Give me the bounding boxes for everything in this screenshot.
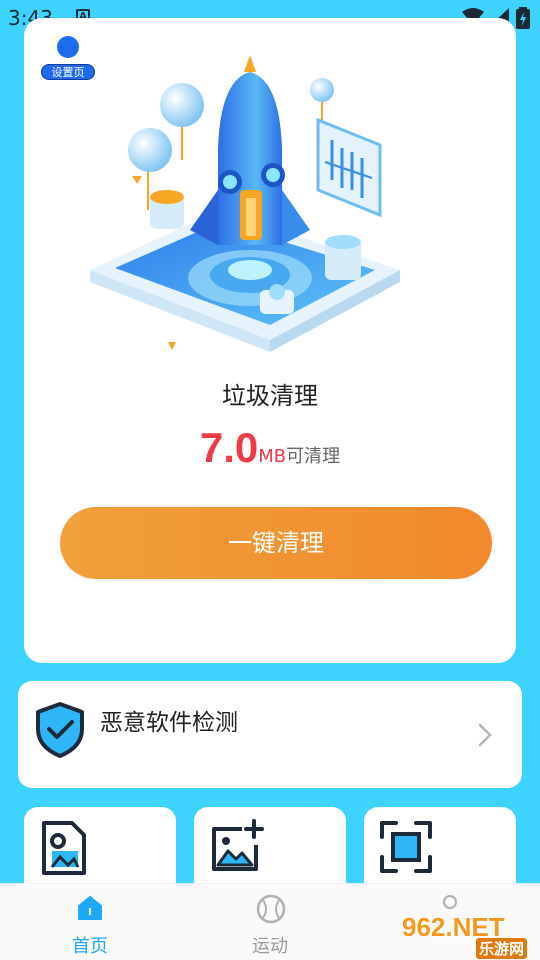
baseball-icon xyxy=(256,894,286,924)
cleanable-size-value: 7.0 xyxy=(199,424,259,471)
scan-frame-icon xyxy=(380,821,432,873)
malware-detection-title: 恶意软件检测 xyxy=(100,710,238,736)
one-click-clean-button[interactable]: 一键清理 xyxy=(60,507,492,579)
battery-charging-icon xyxy=(516,7,530,29)
rocket-isometric-illustration xyxy=(90,55,400,352)
site-watermark: 962.NET 乐游网 xyxy=(400,908,540,959)
image-add-icon xyxy=(212,819,264,871)
cleanable-size-suffix: 可清理 xyxy=(286,446,341,467)
nav-item-home[interactable]: 首页 xyxy=(30,884,150,960)
chevron-right-icon xyxy=(478,723,492,747)
watermark-sub: 乐游网 xyxy=(476,938,528,959)
home-icon xyxy=(78,896,102,920)
nav-label-home: 首页 xyxy=(72,936,108,957)
malware-detection-card[interactable]: 恶意软件检测 xyxy=(18,681,522,788)
shield-check-icon xyxy=(36,702,84,758)
junk-clean-title: 垃圾清理 xyxy=(222,382,318,410)
cleanable-size-unit: MB xyxy=(258,446,287,467)
cleanable-size: 7.0MB可清理 xyxy=(24,424,516,472)
document-image-icon xyxy=(42,821,86,875)
nav-item-sport[interactable]: 运动 xyxy=(210,884,330,960)
nav-label-sport: 运动 xyxy=(252,936,288,957)
